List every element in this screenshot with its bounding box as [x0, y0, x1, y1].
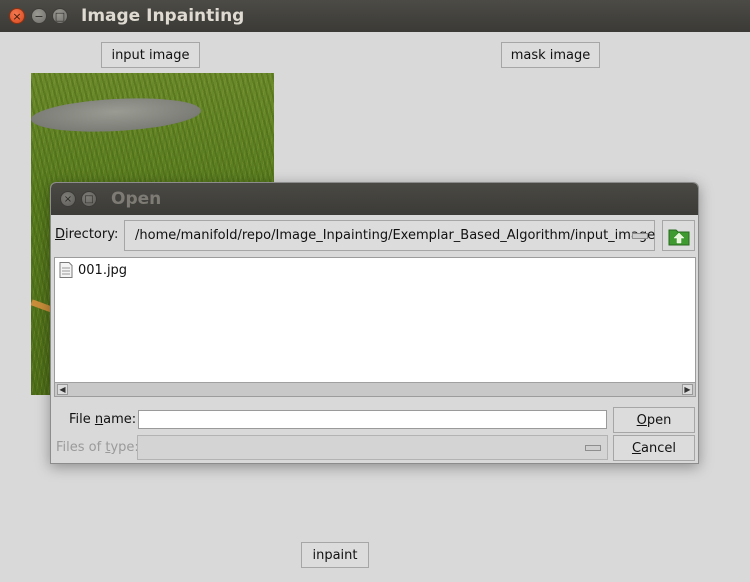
- open-button[interactable]: Open: [613, 407, 695, 433]
- directory-label-text: irectory:: [65, 227, 119, 242]
- scroll-right-button[interactable]: ▶: [682, 384, 693, 395]
- window-close-button[interactable]: ×: [9, 8, 25, 24]
- input-image-button[interactable]: input image: [101, 42, 200, 68]
- cancel-button[interactable]: Cancel: [613, 435, 695, 461]
- file-icon: [59, 262, 73, 278]
- dropdown-indicator-icon: [632, 232, 648, 239]
- open-file-dialog: × □ Open Directory: /home/manifold/repo/…: [50, 182, 699, 464]
- files-of-type-dropdown[interactable]: [137, 435, 608, 460]
- file-name: 001.jpg: [78, 262, 128, 278]
- directory-path: /home/manifold/repo/Image_Inpainting/Exe…: [135, 228, 656, 243]
- dropdown-indicator-icon: [585, 444, 601, 451]
- file-list[interactable]: 001.jpg ◀ ▶: [54, 257, 696, 397]
- file-name-label: File name:: [69, 412, 137, 427]
- file-name-input[interactable]: [138, 410, 607, 429]
- horizontal-scrollbar[interactable]: ◀ ▶: [55, 382, 695, 396]
- window-title: Image Inpainting: [81, 6, 245, 26]
- maximize-icon: □: [54, 9, 66, 23]
- window-maximize-button[interactable]: □: [52, 8, 68, 24]
- main-titlebar: × − □ Image Inpainting: [0, 0, 750, 32]
- dialog-titlebar: × □ Open: [51, 183, 698, 215]
- chevron-right-icon: ▶: [684, 385, 691, 394]
- stone-in-grass: [31, 94, 202, 136]
- directory-dropdown[interactable]: /home/manifold/repo/Image_Inpainting/Exe…: [124, 220, 655, 251]
- minimize-icon: −: [34, 9, 44, 23]
- directory-label-mnemonic: D: [55, 227, 66, 242]
- maximize-icon: □: [84, 193, 94, 205]
- parent-directory-button[interactable]: [662, 220, 695, 251]
- window-minimize-button[interactable]: −: [31, 8, 47, 24]
- mask-image-button[interactable]: mask image: [501, 42, 600, 68]
- files-of-type-label: Files of type:: [56, 440, 139, 455]
- chevron-left-icon: ◀: [59, 385, 66, 394]
- dialog-maximize-button[interactable]: □: [81, 191, 97, 207]
- folder-up-icon: [668, 229, 689, 245]
- dialog-title: Open: [111, 189, 162, 209]
- inpaint-button[interactable]: inpaint: [301, 542, 369, 568]
- scroll-left-button[interactable]: ◀: [57, 384, 68, 395]
- dialog-close-button[interactable]: ×: [60, 191, 76, 207]
- close-icon: ×: [12, 9, 22, 23]
- close-icon: ×: [63, 193, 73, 205]
- directory-label: Directory:: [55, 227, 118, 242]
- file-item[interactable]: 001.jpg: [59, 262, 127, 278]
